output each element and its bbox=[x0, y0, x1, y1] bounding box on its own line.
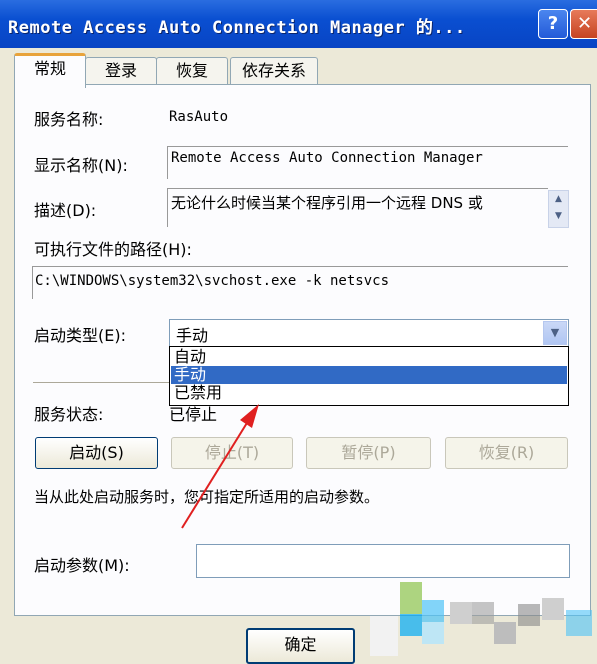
startup-type-dropdown: 自动 手动 已禁用 bbox=[169, 346, 569, 406]
description-label: 描述(D): bbox=[34, 201, 97, 220]
tab-general[interactable]: 常规 bbox=[14, 53, 86, 88]
service-name-value: RasAuto bbox=[169, 109, 229, 125]
start-params-hint: 当从此处启动服务时，您可指定所适用的启动参数。 bbox=[34, 488, 380, 506]
tab-logon[interactable]: 登录 bbox=[85, 57, 157, 84]
service-name-label: 服务名称: bbox=[34, 110, 104, 129]
description-field[interactable]: 无论什么时候当某个程序引用一个远程 DNS 或 bbox=[167, 188, 548, 227]
start-params-label: 启动参数(M): bbox=[34, 556, 130, 575]
watermark-logo bbox=[360, 582, 597, 656]
window-title: Remote Access Auto Connection Manager 的.… bbox=[8, 18, 466, 38]
exe-path-value: C:\WINDOWS\system32\svchost.exe -k netsv… bbox=[35, 273, 390, 289]
exe-path-label: 可执行文件的路径(H): bbox=[34, 240, 192, 259]
exe-path-field[interactable]: C:\WINDOWS\system32\svchost.exe -k netsv… bbox=[32, 266, 568, 299]
startup-type-label: 启动类型(E): bbox=[34, 326, 126, 345]
scroll-down-icon[interactable]: ▼ bbox=[549, 208, 568, 225]
close-icon: ✕ bbox=[576, 13, 593, 34]
stop-button[interactable]: 停止(T) bbox=[171, 437, 293, 469]
option-automatic[interactable]: 自动 bbox=[171, 348, 567, 366]
scroll-up-icon[interactable]: ▲ bbox=[549, 191, 568, 208]
display-name-value: Remote Access Auto Connection Manager bbox=[171, 150, 483, 166]
help-button[interactable]: ? bbox=[538, 9, 568, 39]
tab-dependencies[interactable]: 依存关系 bbox=[230, 57, 318, 84]
start-params-input[interactable] bbox=[196, 544, 570, 578]
option-disabled[interactable]: 已禁用 bbox=[171, 384, 567, 402]
pause-button[interactable]: 暂停(P) bbox=[306, 437, 431, 469]
chevron-down-icon[interactable]: ▼ bbox=[543, 321, 567, 345]
start-button[interactable]: 启动(S) bbox=[35, 437, 158, 469]
section-divider bbox=[33, 382, 173, 383]
description-scrollbar[interactable]: ▲ ▼ bbox=[548, 190, 569, 228]
service-status-label: 服务状态: bbox=[34, 405, 104, 424]
startup-type-select[interactable]: 手动 ▼ bbox=[169, 319, 569, 347]
option-manual[interactable]: 手动 bbox=[171, 366, 567, 384]
close-button[interactable]: ✕ bbox=[570, 9, 597, 39]
description-value: 无论什么时候当某个程序引用一个远程 DNS 或 bbox=[171, 194, 483, 212]
help-icon: ? bbox=[547, 13, 559, 34]
tab-recovery[interactable]: 恢复 bbox=[156, 57, 228, 84]
display-name-field[interactable]: Remote Access Auto Connection Manager bbox=[167, 146, 568, 179]
ok-button[interactable]: 确定 bbox=[246, 628, 355, 664]
title-bar[interactable]: Remote Access Auto Connection Manager 的.… bbox=[0, 0, 597, 48]
startup-type-value: 手动 bbox=[176, 326, 209, 345]
resume-button[interactable]: 恢复(R) bbox=[445, 437, 568, 469]
display-name-label: 显示名称(N): bbox=[34, 156, 128, 175]
